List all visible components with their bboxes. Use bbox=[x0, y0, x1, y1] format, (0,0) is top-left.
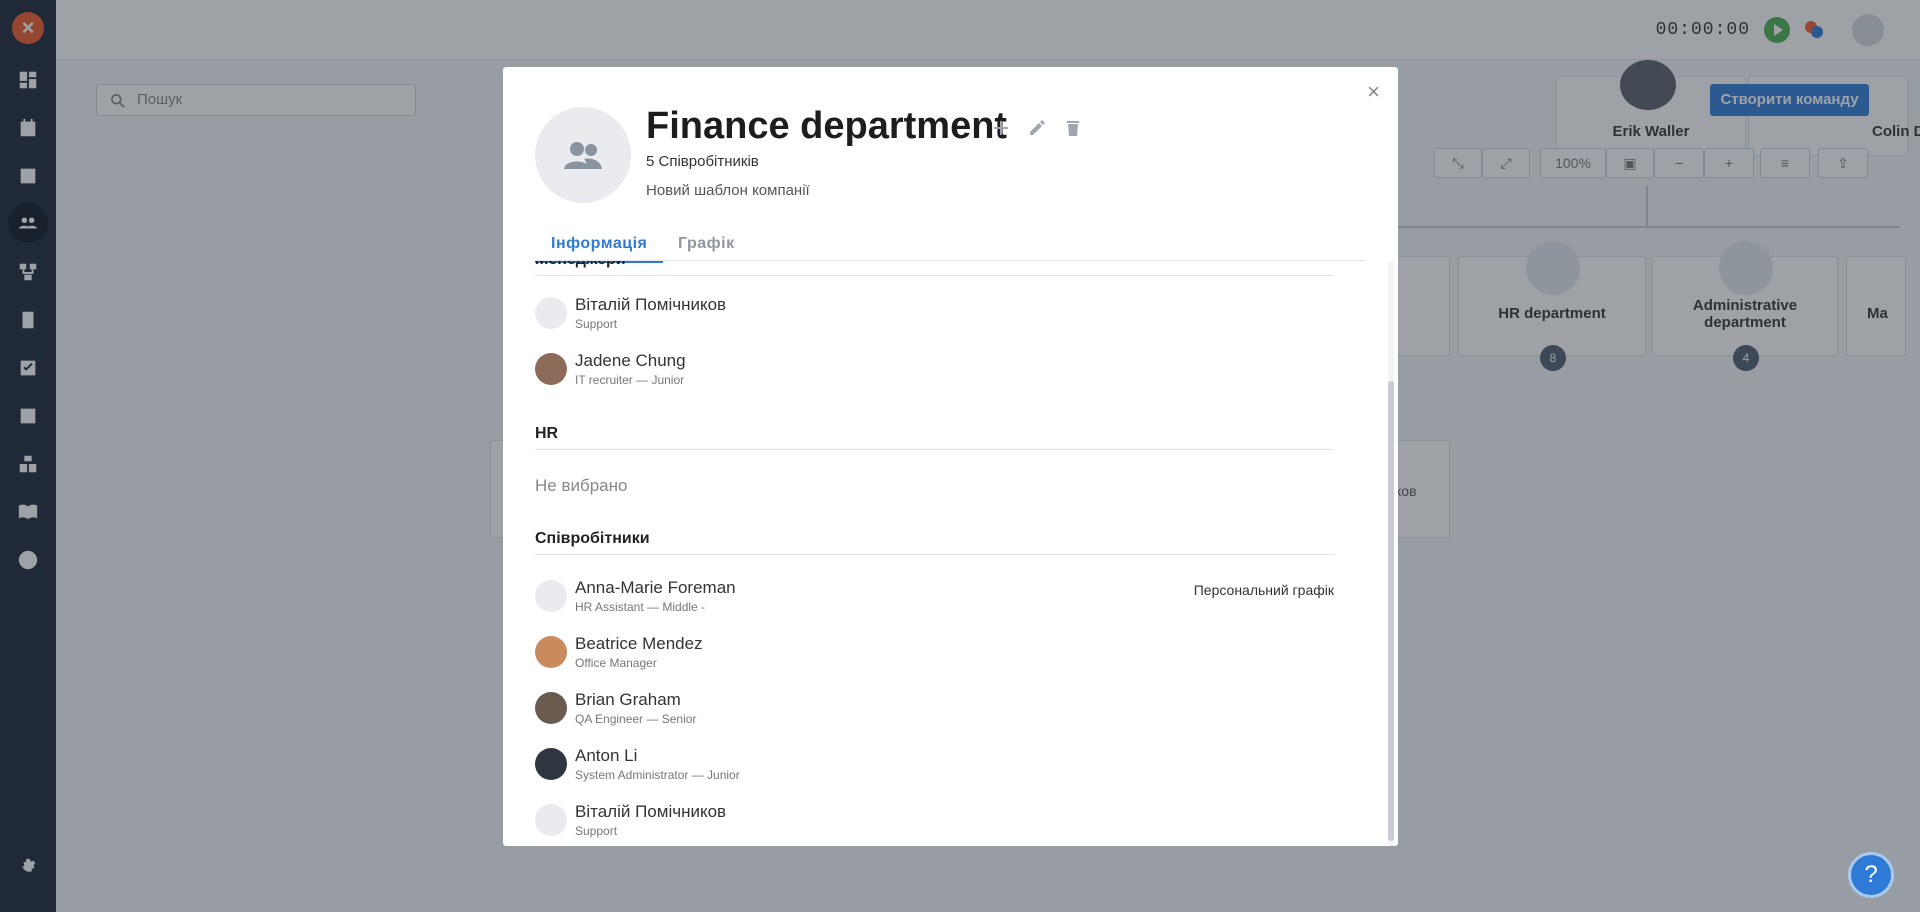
person-name: Віталій Помічников bbox=[575, 295, 727, 314]
person-role: QA Engineer — Senior bbox=[575, 712, 697, 726]
modal-body: Менеджери Віталій Помічников Support Jad… bbox=[503, 261, 1398, 846]
person-role: System Administrator — Junior bbox=[575, 768, 740, 782]
employee-item[interactable]: Brian Graham QA Engineer — Senior bbox=[535, 686, 1334, 730]
person-name: Anna-Marie Foreman bbox=[575, 578, 736, 597]
employees-heading: Співробітники bbox=[535, 530, 1334, 555]
avatar bbox=[535, 297, 567, 329]
hr-heading: HR bbox=[535, 425, 1334, 450]
delete-icon[interactable] bbox=[1064, 119, 1084, 139]
person-role: Support bbox=[575, 317, 618, 331]
add-icon[interactable] bbox=[992, 119, 1012, 139]
employee-item[interactable]: Beatrice Mendez Office Manager bbox=[535, 630, 1334, 674]
personal-schedule-label: Персональний графік bbox=[1193, 582, 1334, 598]
person-name: Brian Graham bbox=[575, 690, 681, 709]
manager-item[interactable]: Віталій Помічников Support bbox=[535, 291, 1334, 335]
person-role: Office Manager bbox=[575, 656, 657, 670]
manager-item[interactable]: Jadene Chung IT recruiter — Junior bbox=[535, 347, 1334, 391]
modal-scrollbar-thumb[interactable] bbox=[1388, 381, 1394, 841]
team-icon bbox=[564, 142, 602, 169]
employee-item[interactable]: Anton Li System Administrator — Junior bbox=[535, 742, 1334, 786]
department-modal: × Finance department 5 Співробітників Но… bbox=[503, 67, 1398, 846]
avatar bbox=[535, 353, 567, 385]
person-name: Anton Li bbox=[575, 746, 638, 765]
avatar bbox=[535, 748, 567, 780]
person-name: Beatrice Mendez bbox=[575, 634, 703, 653]
person-name: Jadene Chung bbox=[575, 351, 686, 370]
person-role: IT recruiter — Junior bbox=[575, 373, 685, 387]
close-icon[interactable]: × bbox=[1367, 79, 1380, 105]
person-name: Віталій Помічников bbox=[575, 802, 727, 821]
avatar bbox=[535, 580, 567, 612]
tab-info[interactable]: Інформація bbox=[535, 235, 664, 263]
avatar bbox=[535, 804, 567, 836]
help-button[interactable]: ? bbox=[1848, 852, 1894, 898]
tab-schedule[interactable]: Графік bbox=[678, 235, 735, 253]
department-avatar bbox=[535, 107, 631, 203]
department-title: Finance department bbox=[646, 105, 1008, 147]
header-actions bbox=[992, 119, 1084, 139]
avatar bbox=[535, 636, 567, 668]
page-scrollbar[interactable] bbox=[1902, 60, 1920, 912]
person-role: HR Assistant — Middle - bbox=[575, 600, 706, 614]
managers-heading: Менеджери bbox=[535, 261, 1334, 276]
employee-count: 5 Співробітників bbox=[646, 153, 759, 170]
schedule-template: Новий шаблон компанії bbox=[646, 182, 810, 199]
person-role: Support bbox=[575, 824, 618, 838]
employee-item[interactable]: Anna-Marie Foreman HR Assistant — Middle… bbox=[535, 574, 1334, 618]
edit-icon[interactable] bbox=[1028, 119, 1048, 139]
avatar bbox=[535, 692, 567, 724]
modal-tabs: Інформація Графік bbox=[535, 227, 1366, 263]
employee-item[interactable]: Віталій Помічников Support bbox=[535, 798, 1334, 842]
hr-empty: Не вибрано bbox=[535, 476, 628, 495]
